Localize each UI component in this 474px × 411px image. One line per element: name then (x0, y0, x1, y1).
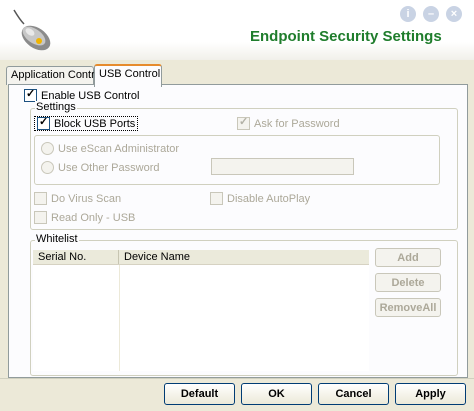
enable-usb-control-label: Enable USB Control (41, 89, 140, 102)
whitelist-table-header: Serial No. Device Name (33, 250, 369, 265)
radio-circle[interactable] (41, 161, 54, 174)
do-virus-scan-checkbox[interactable]: Do Virus Scan (34, 192, 121, 205)
ok-button[interactable]: OK (241, 383, 312, 405)
minimize-icon[interactable]: – (423, 6, 439, 22)
settings-group-title: Settings (35, 101, 77, 113)
delete-button[interactable]: Delete (375, 273, 441, 292)
column-header-device-name[interactable]: Device Name (119, 250, 369, 264)
footer-divider (0, 378, 474, 379)
mouse-icon (13, 9, 51, 51)
block-usb-ports-label: Block USB Ports (54, 117, 136, 130)
page-title: Endpoint Security Settings (250, 28, 442, 45)
tab-usb-control[interactable]: USB Control (94, 64, 162, 87)
use-escan-admin-label: Use eScan Administrator (58, 142, 180, 155)
use-other-password-label: Use Other Password (58, 161, 160, 174)
close-icon[interactable]: × (446, 6, 462, 22)
header-bar: Endpoint Security Settings i – × (0, 0, 474, 60)
checkbox-box[interactable] (210, 192, 223, 205)
radio-circle[interactable] (41, 142, 54, 155)
whitelist-table-body[interactable] (33, 265, 369, 371)
cancel-button[interactable]: Cancel (318, 383, 389, 405)
checkbox-box[interactable]: ✓ (37, 116, 50, 130)
info-icon[interactable]: i (400, 6, 416, 22)
default-button[interactable]: Default (164, 383, 235, 405)
block-usb-ports-checkbox[interactable]: ✓ Block USB Ports (34, 116, 139, 131)
ask-for-password-checkbox[interactable]: ✓ Ask for Password (237, 116, 340, 130)
column-header-serial-no[interactable]: Serial No. (33, 250, 119, 264)
use-other-password-radio[interactable]: Use Other Password (41, 161, 159, 174)
do-virus-scan-label: Do Virus Scan (51, 192, 122, 205)
remove-all-button[interactable]: RemoveAll (375, 298, 441, 317)
other-password-input[interactable] (211, 158, 354, 175)
ask-for-password-label: Ask for Password (254, 117, 340, 130)
tab-application-control[interactable]: Application Control (6, 66, 103, 85)
checkbox-box[interactable] (34, 192, 47, 205)
add-button[interactable]: Add (375, 248, 441, 267)
disable-autoplay-label: Disable AutoPlay (227, 192, 311, 205)
checkbox-box[interactable]: ✓ (237, 116, 250, 130)
use-escan-admin-radio[interactable]: Use eScan Administrator (41, 142, 179, 155)
whitelist-group-title: Whitelist (35, 233, 79, 245)
read-only-usb-label: Read Only - USB (51, 211, 136, 224)
apply-button[interactable]: Apply (395, 383, 466, 405)
disable-autoplay-checkbox[interactable]: Disable AutoPlay (210, 192, 310, 205)
checkbox-box[interactable] (34, 211, 47, 224)
column-divider (119, 265, 120, 371)
read-only-usb-checkbox[interactable]: Read Only - USB (34, 211, 135, 224)
